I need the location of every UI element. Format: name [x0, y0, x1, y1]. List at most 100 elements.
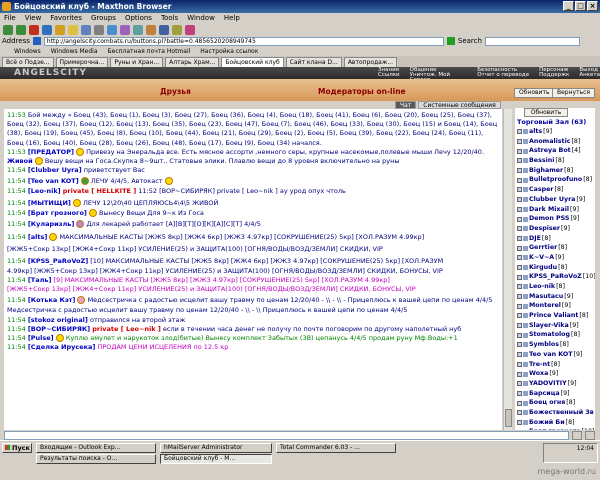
user-info-icon[interactable]	[523, 274, 528, 280]
chat-nick[interactable]: [ПРЕДАТОР]	[28, 148, 74, 156]
start-button[interactable]: Пуск	[2, 443, 32, 453]
user-list-item[interactable]: KPSS_PaRoVoZ [10]	[515, 272, 595, 282]
menu-window[interactable]: Window	[187, 13, 215, 23]
menu-favorites[interactable]: Favorites	[50, 13, 82, 23]
chat-nick[interactable]: [Leo-nik]	[28, 187, 61, 195]
edit-icon[interactable]	[120, 24, 130, 35]
stop-icon[interactable]	[29, 24, 39, 35]
private-message-icon[interactable]	[517, 139, 522, 145]
user-list-item[interactable]: K~V~A [9]	[515, 253, 595, 263]
user-info-icon[interactable]	[523, 419, 528, 425]
user-list-item[interactable]: Anomalistic [8]	[515, 137, 595, 147]
private-message-icon[interactable]	[517, 274, 522, 280]
search-input[interactable]	[484, 36, 580, 46]
user-list-item[interactable]: Барсица [9]	[515, 389, 595, 399]
user-info-icon[interactable]	[523, 352, 528, 358]
chat-scrollbar[interactable]	[503, 109, 512, 430]
tab-chat[interactable]: Чат	[395, 101, 417, 109]
private-message-icon[interactable]	[517, 168, 522, 174]
private-message-icon[interactable]	[517, 332, 522, 338]
private-message-icon[interactable]	[517, 255, 522, 261]
user-list-item[interactable]: Tre-nt [8]	[515, 360, 595, 370]
user-list-item[interactable]: Боец огня [8]	[515, 398, 595, 408]
menu-file[interactable]: File	[4, 13, 16, 23]
mail-icon[interactable]	[107, 24, 117, 35]
private-message-icon[interactable]	[517, 226, 522, 232]
user-info-icon[interactable]	[523, 284, 528, 290]
menu-options[interactable]: Options	[125, 13, 152, 23]
user-info-icon[interactable]	[523, 361, 528, 367]
link-hotmail[interactable]: Бесплатная почта Hotmail	[108, 48, 191, 55]
user-list-item[interactable]: YADOVITIY [9]	[515, 379, 595, 389]
chat-nick[interactable]: [ВОР~СИБИРЯК]	[28, 325, 90, 333]
tab-podze[interactable]: Всё о Подзе...	[2, 57, 54, 67]
print-icon[interactable]	[94, 24, 104, 35]
user-list-item[interactable]: Monterel [9]	[515, 301, 595, 311]
forward-icon[interactable]	[16, 24, 26, 35]
private-message-icon[interactable]	[517, 371, 522, 377]
user-list-item[interactable]: Slayer-Vika [9]	[515, 321, 595, 331]
chat-nick[interactable]: [Куларизль]	[28, 220, 75, 228]
user-info-icon[interactable]	[523, 235, 528, 241]
user-info-icon[interactable]	[523, 129, 528, 135]
user-info-icon[interactable]	[523, 187, 528, 193]
user-info-icon[interactable]	[523, 323, 528, 329]
user-info-icon[interactable]	[523, 255, 528, 261]
back-button[interactable]: Вернуться	[552, 88, 596, 98]
private-message-icon[interactable]	[517, 410, 522, 416]
chat-nick[interactable]: [stokoz original]	[28, 316, 88, 324]
private-message-icon[interactable]	[517, 158, 522, 164]
user-list-item[interactable]: Божественный Зв[8]	[515, 408, 595, 418]
task-hmailserver[interactable]: hMailServer Administrator	[160, 443, 272, 453]
private-message-icon[interactable]	[517, 352, 522, 358]
private-message-icon[interactable]	[517, 390, 522, 396]
user-info-icon[interactable]	[523, 313, 528, 319]
user-info-icon[interactable]	[523, 410, 528, 416]
chat-nick[interactable]: [Таль]	[28, 276, 52, 284]
chat-nick[interactable]: [МЫТИЩИ]	[28, 199, 71, 207]
private-message-icon[interactable]	[517, 148, 522, 154]
private-message-icon[interactable]	[517, 245, 522, 251]
user-info-icon[interactable]	[523, 400, 528, 406]
menu-groups[interactable]: Groups	[91, 13, 116, 23]
friends-link[interactable]: Друзья	[160, 87, 191, 96]
menu-view[interactable]: View	[25, 13, 42, 23]
user-list-item[interactable]: Bighamer [8]	[515, 166, 595, 176]
link-windows-media[interactable]: Windows Media	[51, 48, 98, 55]
task-search-results[interactable]: Результаты поиска - О...	[36, 454, 156, 464]
user-list-item[interactable]: Bessini [8]	[515, 156, 595, 166]
user-info-icon[interactable]	[523, 216, 528, 222]
userlist-refresh-button[interactable]: Обновить	[524, 108, 568, 117]
private-message-icon[interactable]	[517, 187, 522, 193]
maximize-button[interactable]: □	[575, 1, 586, 11]
user-list-item[interactable]: Despiser [9]	[515, 224, 595, 234]
user-list-item[interactable]: Kirgudu [8]	[515, 263, 595, 273]
user-info-icon[interactable]	[523, 206, 528, 212]
chat-nick[interactable]: [Котька Кэт]	[28, 296, 76, 304]
user-info-icon[interactable]	[523, 303, 528, 309]
user-list-item[interactable]: Bulletproofuno [8]	[515, 175, 595, 185]
tab-primerochna[interactable]: Примерочна...	[55, 57, 109, 67]
user-info-icon[interactable]	[523, 294, 528, 300]
user-info-icon[interactable]	[523, 148, 528, 154]
smiles-icon[interactable]	[585, 430, 595, 440]
user-list-item[interactable]: Dark Mixail [9]	[515, 205, 595, 215]
user-info-icon[interactable]	[523, 381, 528, 387]
user-list-item[interactable]: alts [9]	[515, 127, 595, 137]
user-list-item[interactable]: Masutacu [9]	[515, 292, 595, 302]
moderators-link[interactable]: Модераторы on-line	[318, 87, 406, 96]
tab-altar[interactable]: Алтарь Храм...	[165, 57, 220, 67]
back-icon[interactable]	[3, 24, 13, 35]
chat-scroll-thumb[interactable]	[505, 409, 512, 427]
refresh-button[interactable]: Обновить	[514, 88, 555, 98]
chat-nick[interactable]: [Брат грозного]	[28, 209, 87, 217]
private-message-icon[interactable]	[517, 129, 522, 135]
tab-runy[interactable]: Руны и Хран...	[110, 57, 164, 67]
window-icon[interactable]	[159, 24, 169, 35]
private-message-icon[interactable]	[517, 216, 522, 222]
user-info-icon[interactable]	[523, 390, 528, 396]
chat-nick[interactable]: [Teo van KOT]	[28, 177, 79, 185]
tab-fight-club[interactable]: Бойцовский клуб	[221, 57, 284, 67]
user-info-icon[interactable]	[523, 158, 528, 164]
user-list-item[interactable]: Symblos [8]	[515, 340, 595, 350]
